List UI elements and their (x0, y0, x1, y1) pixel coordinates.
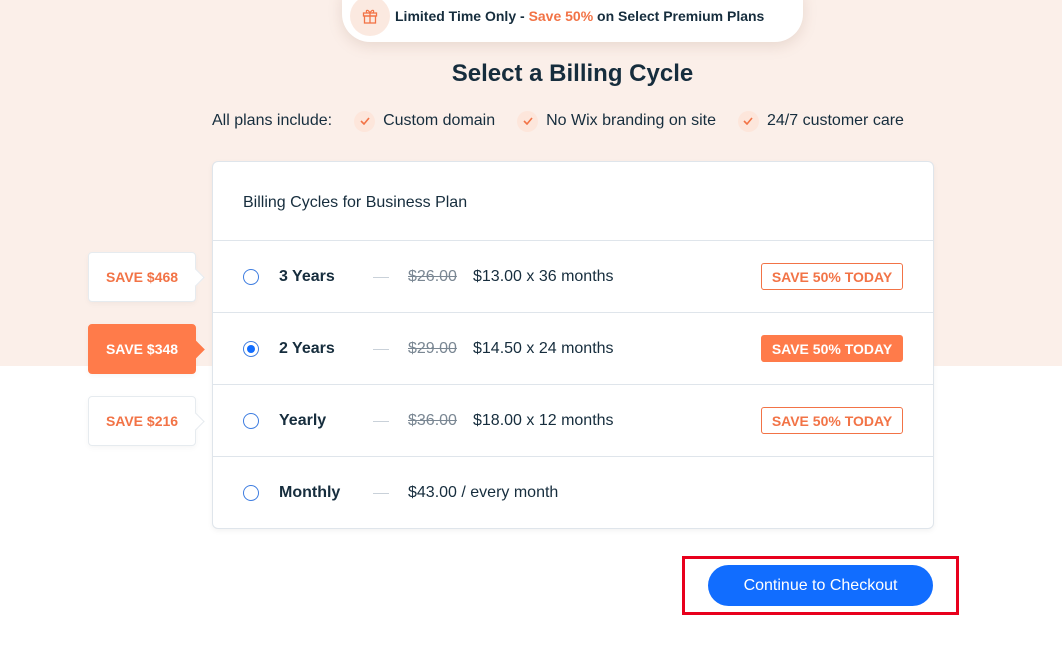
savings-badge-2-years: SAVE $348 (88, 324, 196, 374)
billing-option-3-years[interactable]: 3 Years $26.00 $13.00 x 36 months SAVE 5… (213, 241, 933, 313)
continue-to-checkout-button[interactable]: Continue to Checkout (708, 565, 933, 606)
save-tag: SAVE 50% TODAY (761, 263, 903, 290)
check-icon (517, 110, 539, 132)
divider (373, 493, 389, 494)
radio-monthly[interactable] (243, 485, 259, 501)
savings-badge-3-years: SAVE $468 (88, 252, 196, 302)
plan-features: All plans include: Custom domain No Wix … (212, 110, 926, 132)
option-label: Yearly (279, 412, 327, 429)
feature-item: 24/7 customer care (737, 110, 904, 132)
radio-2-years[interactable] (243, 341, 259, 357)
original-price: $26.00 (408, 268, 457, 285)
card-title: Billing Cycles for Business Plan (243, 194, 468, 211)
option-label: Monthly (279, 484, 341, 501)
promo-discount: Save 50% (528, 8, 594, 24)
option-label: 3 Years (279, 268, 335, 285)
radio-3-years[interactable] (243, 269, 259, 285)
promo-banner: Limited Time Only - Save 50% on Select P… (342, 0, 803, 42)
gift-icon (350, 0, 390, 36)
divider (373, 277, 389, 278)
divider (373, 349, 389, 350)
billing-option-yearly[interactable]: Yearly $36.00 $18.00 x 12 months SAVE 50… (213, 385, 933, 457)
radio-yearly[interactable] (243, 413, 259, 429)
billing-option-2-years[interactable]: 2 Years $29.00 $14.50 x 24 months SAVE 5… (213, 313, 933, 385)
save-tag: SAVE 50% TODAY (761, 407, 903, 434)
feature-item: Custom domain (354, 110, 495, 132)
billing-cycle-card: Billing Cycles for Business Plan 3 Years… (212, 161, 934, 529)
divider (373, 421, 389, 422)
discounted-price: $13.00 x 36 months (473, 268, 614, 285)
feature-item: No Wix branding on site (517, 110, 716, 132)
option-label: 2 Years (279, 340, 335, 357)
page-title: Select a Billing Cycle (451, 60, 694, 87)
discounted-price: $18.00 x 12 months (473, 412, 614, 429)
features-lead: All plans include: (212, 112, 333, 129)
promo-text: Limited Time Only - Save 50% on Select P… (395, 8, 765, 24)
discounted-price: $14.50 x 24 months (473, 340, 614, 357)
save-tag: SAVE 50% TODAY (761, 335, 903, 362)
check-icon (354, 110, 376, 132)
monthly-price: $43.00 / every month (408, 484, 559, 501)
billing-option-monthly[interactable]: Monthly $43.00 / every month (213, 457, 933, 529)
savings-badge-yearly: SAVE $216 (88, 396, 196, 446)
original-price: $36.00 (408, 412, 457, 429)
check-icon (737, 110, 759, 132)
original-price: $29.00 (408, 340, 457, 357)
